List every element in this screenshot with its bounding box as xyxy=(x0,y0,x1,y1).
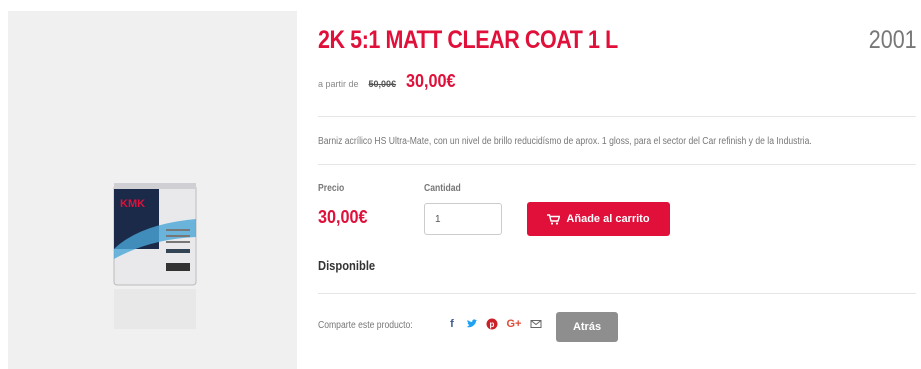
add-to-cart-label: Añade al carrito xyxy=(566,213,650,225)
product-description: Barniz acrílico HS Ultra-Mate, con un ni… xyxy=(318,136,812,147)
facebook-icon[interactable]: f xyxy=(446,318,458,330)
email-icon[interactable] xyxy=(530,318,542,330)
quantity-label: Cantidad xyxy=(424,183,461,194)
price-row: a partir de 50,00€ 30,00€ xyxy=(318,71,461,92)
google-plus-icon[interactable]: G+ xyxy=(506,318,522,330)
quantity-input[interactable] xyxy=(424,203,502,235)
share-label: Comparte este producto: xyxy=(318,320,413,331)
can-brand-text: KMK xyxy=(120,198,145,210)
twitter-icon[interactable] xyxy=(466,318,478,330)
pinterest-icon[interactable]: p xyxy=(486,318,498,330)
product-image-panel[interactable]: KMK xyxy=(8,11,297,369)
add-to-cart-button[interactable]: Añade al carrito xyxy=(527,202,670,236)
old-price: 50,00€ xyxy=(368,79,397,89)
svg-text:p: p xyxy=(490,320,495,329)
product-sku: 2001 xyxy=(869,26,917,54)
from-label: a partir de xyxy=(318,79,359,89)
product-can-reflection xyxy=(114,289,196,329)
divider xyxy=(318,293,916,294)
share-icons: f p G+ xyxy=(446,318,542,330)
current-price: 30,00€ xyxy=(406,71,456,91)
cart-icon xyxy=(547,213,561,225)
product-title: 2K 5:1 MATT CLEAR COAT 1 L xyxy=(318,26,618,54)
price-label: Precio xyxy=(318,183,345,194)
divider xyxy=(318,116,916,117)
back-button[interactable]: Atrás xyxy=(556,312,618,342)
divider xyxy=(318,164,916,165)
availability-status: Disponible xyxy=(318,258,376,273)
product-can-image: KMK xyxy=(113,183,197,286)
price-value: 30,00€ xyxy=(318,207,368,227)
